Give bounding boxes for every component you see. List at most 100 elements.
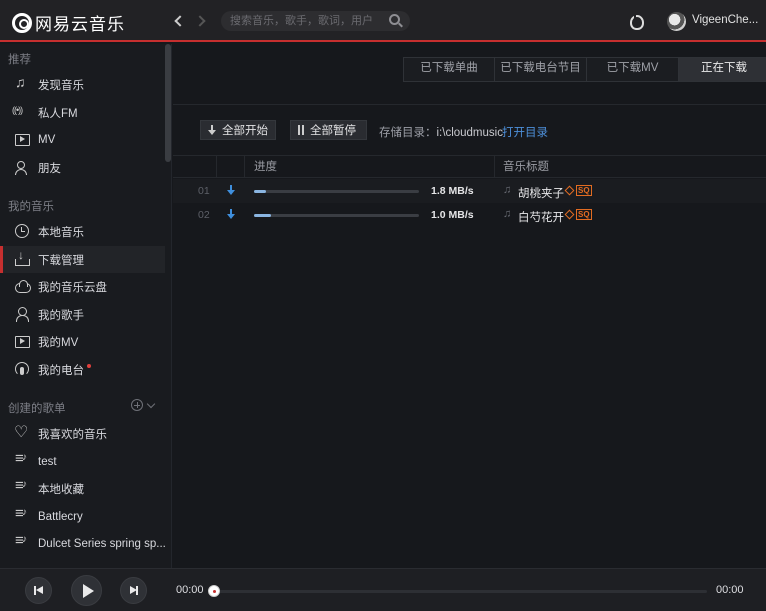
music-note-icon: ♫ [503,184,512,196]
downloading-arrow-icon [227,208,235,220]
sidebar-item-label: 本地收藏 [38,483,84,496]
new-indicator-dot [87,363,91,368]
download-arrow-icon [208,125,216,135]
quality-label: SQ [576,209,592,220]
column-divider [244,156,245,178]
sidebar-item-my-mv[interactable]: 我的MV [0,328,165,355]
sidebar-item-label: test [38,455,57,468]
open-directory-link[interactable]: 打开目录 [502,124,548,140]
sidebar-scrollbar[interactable] [165,44,171,162]
sidebar-item-label: 私人FM [38,107,78,120]
sidebar-item-discover[interactable]: 发现音乐 [0,71,165,98]
avatar[interactable] [667,12,686,31]
netease-logo-icon [12,12,32,33]
quality-badge: SQ [564,185,592,196]
pause-icon [298,125,304,135]
previous-track-button[interactable] [25,577,52,604]
start-all-button[interactable]: 全部开始 [200,120,276,140]
netease-cloud-music-window: 网易云音乐 VigeenChe... 推荐 发现音乐 私人FM MV 朋友 我的… [0,0,766,611]
sidebar: 推荐 发现音乐 私人FM MV 朋友 我的音乐 本地音乐 下载管理 我的音乐云盘… [0,44,172,568]
sidebar-item-label: 我的音乐云盘 [38,281,107,294]
seek-handle[interactable] [208,585,220,597]
download-icon [15,248,30,267]
tab-downloaded-songs[interactable]: 已下载单曲 [404,58,495,81]
sidebar-item-cloud[interactable]: 我的音乐云盘 [0,273,165,300]
chevron-right-icon [194,15,206,27]
song-title[interactable]: 白芍花开 [518,209,564,225]
search-input[interactable] [221,11,410,31]
sidebar-item-label: 下载管理 [38,254,84,267]
sidebar-item-fm[interactable]: 私人FM [0,99,165,126]
playlist-section-tools [131,399,156,411]
download-tabs: 已下载单曲 已下载电台节目 已下载MV 正在下载 [403,57,766,82]
sidebar-item-singers[interactable]: 我的歌手 [0,301,165,328]
sidebar-item-label: MV [38,133,56,146]
sidebar-item-label: Battlecry [38,510,83,523]
table-row[interactable]: 02 1.0 MB/s ♫ 白芍花开 SQ [173,203,766,227]
pause-all-button[interactable]: 全部暂停 [290,120,367,140]
tab-downloading[interactable]: 正在下载 [679,58,766,81]
skin-icon[interactable] [629,14,644,30]
table-row[interactable]: 01 1.8 MB/s ♫ 胡桃夹子 SQ [173,179,766,203]
row-number: 02 [198,209,210,221]
table-header: 进度 音乐标题 [173,155,766,178]
sidebar-item-local-music[interactable]: 本地音乐 [0,218,165,245]
tv-icon [15,334,30,349]
storage-label: 存储目录： [379,127,437,139]
column-divider [494,156,495,178]
sidebar-item-playlist[interactable]: Battlecry [0,503,165,530]
friends-icon [15,160,30,175]
tab-downloaded-radio[interactable]: 已下载电台节目 [495,58,587,81]
app-logo[interactable]: 网易云音乐 [12,10,125,35]
sidebar-item-label: Dulcet Series spring sp... [38,537,166,550]
sidebar-item-my-radio[interactable]: 我的电台 [0,356,165,383]
chevron-down-icon[interactable] [146,399,156,408]
title-bar: 网易云音乐 VigeenChe... [0,0,766,42]
cloud-icon [15,279,31,294]
seek-bar[interactable] [215,590,707,593]
search-icon[interactable] [389,14,400,25]
playlist-icon [15,505,30,524]
username[interactable]: VigeenChe... [692,14,760,26]
sidebar-item-playlist[interactable]: test [0,448,165,475]
pause-all-label: 全部暂停 [310,125,356,137]
back-button[interactable] [171,13,187,29]
chevron-left-icon [174,15,186,27]
section-title-recommend: 推荐 [8,54,31,66]
player-bar: 00:00 00:00 [0,568,766,611]
podcast-icon [15,362,30,377]
sidebar-item-playlist[interactable]: Dulcet Series spring sp... [0,530,166,557]
forward-button[interactable] [194,13,210,29]
row-number: 01 [198,185,210,197]
clock-icon [15,224,30,239]
column-header-progress[interactable]: 进度 [254,156,277,178]
tab-downloaded-mv[interactable]: 已下载MV [587,58,679,81]
section-title-created-playlists: 创建的歌单 [8,403,66,415]
storage-path: i:\cloudmusic [436,127,503,139]
downloading-arrow-icon [227,184,235,196]
storage-directory: 存储目录：i:\cloudmusic [379,124,503,140]
sidebar-item-downloads[interactable]: 下载管理 [0,246,165,273]
sidebar-item-label: 发现音乐 [38,79,84,92]
sidebar-item-playlist[interactable]: 本地收藏 [0,475,165,502]
sidebar-item-label: 我喜欢的音乐 [38,428,107,441]
sidebar-item-friends[interactable]: 朋友 [0,154,165,181]
sidebar-item-mv[interactable]: MV [0,126,165,153]
download-list: 01 1.8 MB/s ♫ 胡桃夹子 SQ 02 1.0 MB/s ♫ 白芍花开… [173,179,766,227]
quality-badge: SQ [564,209,592,220]
total-time: 00:00 [716,584,744,596]
sidebar-item-label: 我的MV [38,336,79,349]
singer-icon [15,307,30,322]
app-name: 网易云音乐 [35,15,125,34]
song-title[interactable]: 胡桃夹子 [518,185,564,201]
next-track-button[interactable] [120,577,147,604]
play-button[interactable] [71,575,102,606]
playlist-icon [15,477,30,496]
column-header-title[interactable]: 音乐标题 [503,156,549,178]
download-speed: 1.0 MB/s [431,209,474,221]
sidebar-item-liked-music[interactable]: 我喜欢的音乐 [0,420,165,447]
column-divider [216,156,217,178]
tv-icon [15,132,30,147]
sidebar-item-label: 我的电台 [38,364,84,377]
add-playlist-icon[interactable] [131,399,143,411]
